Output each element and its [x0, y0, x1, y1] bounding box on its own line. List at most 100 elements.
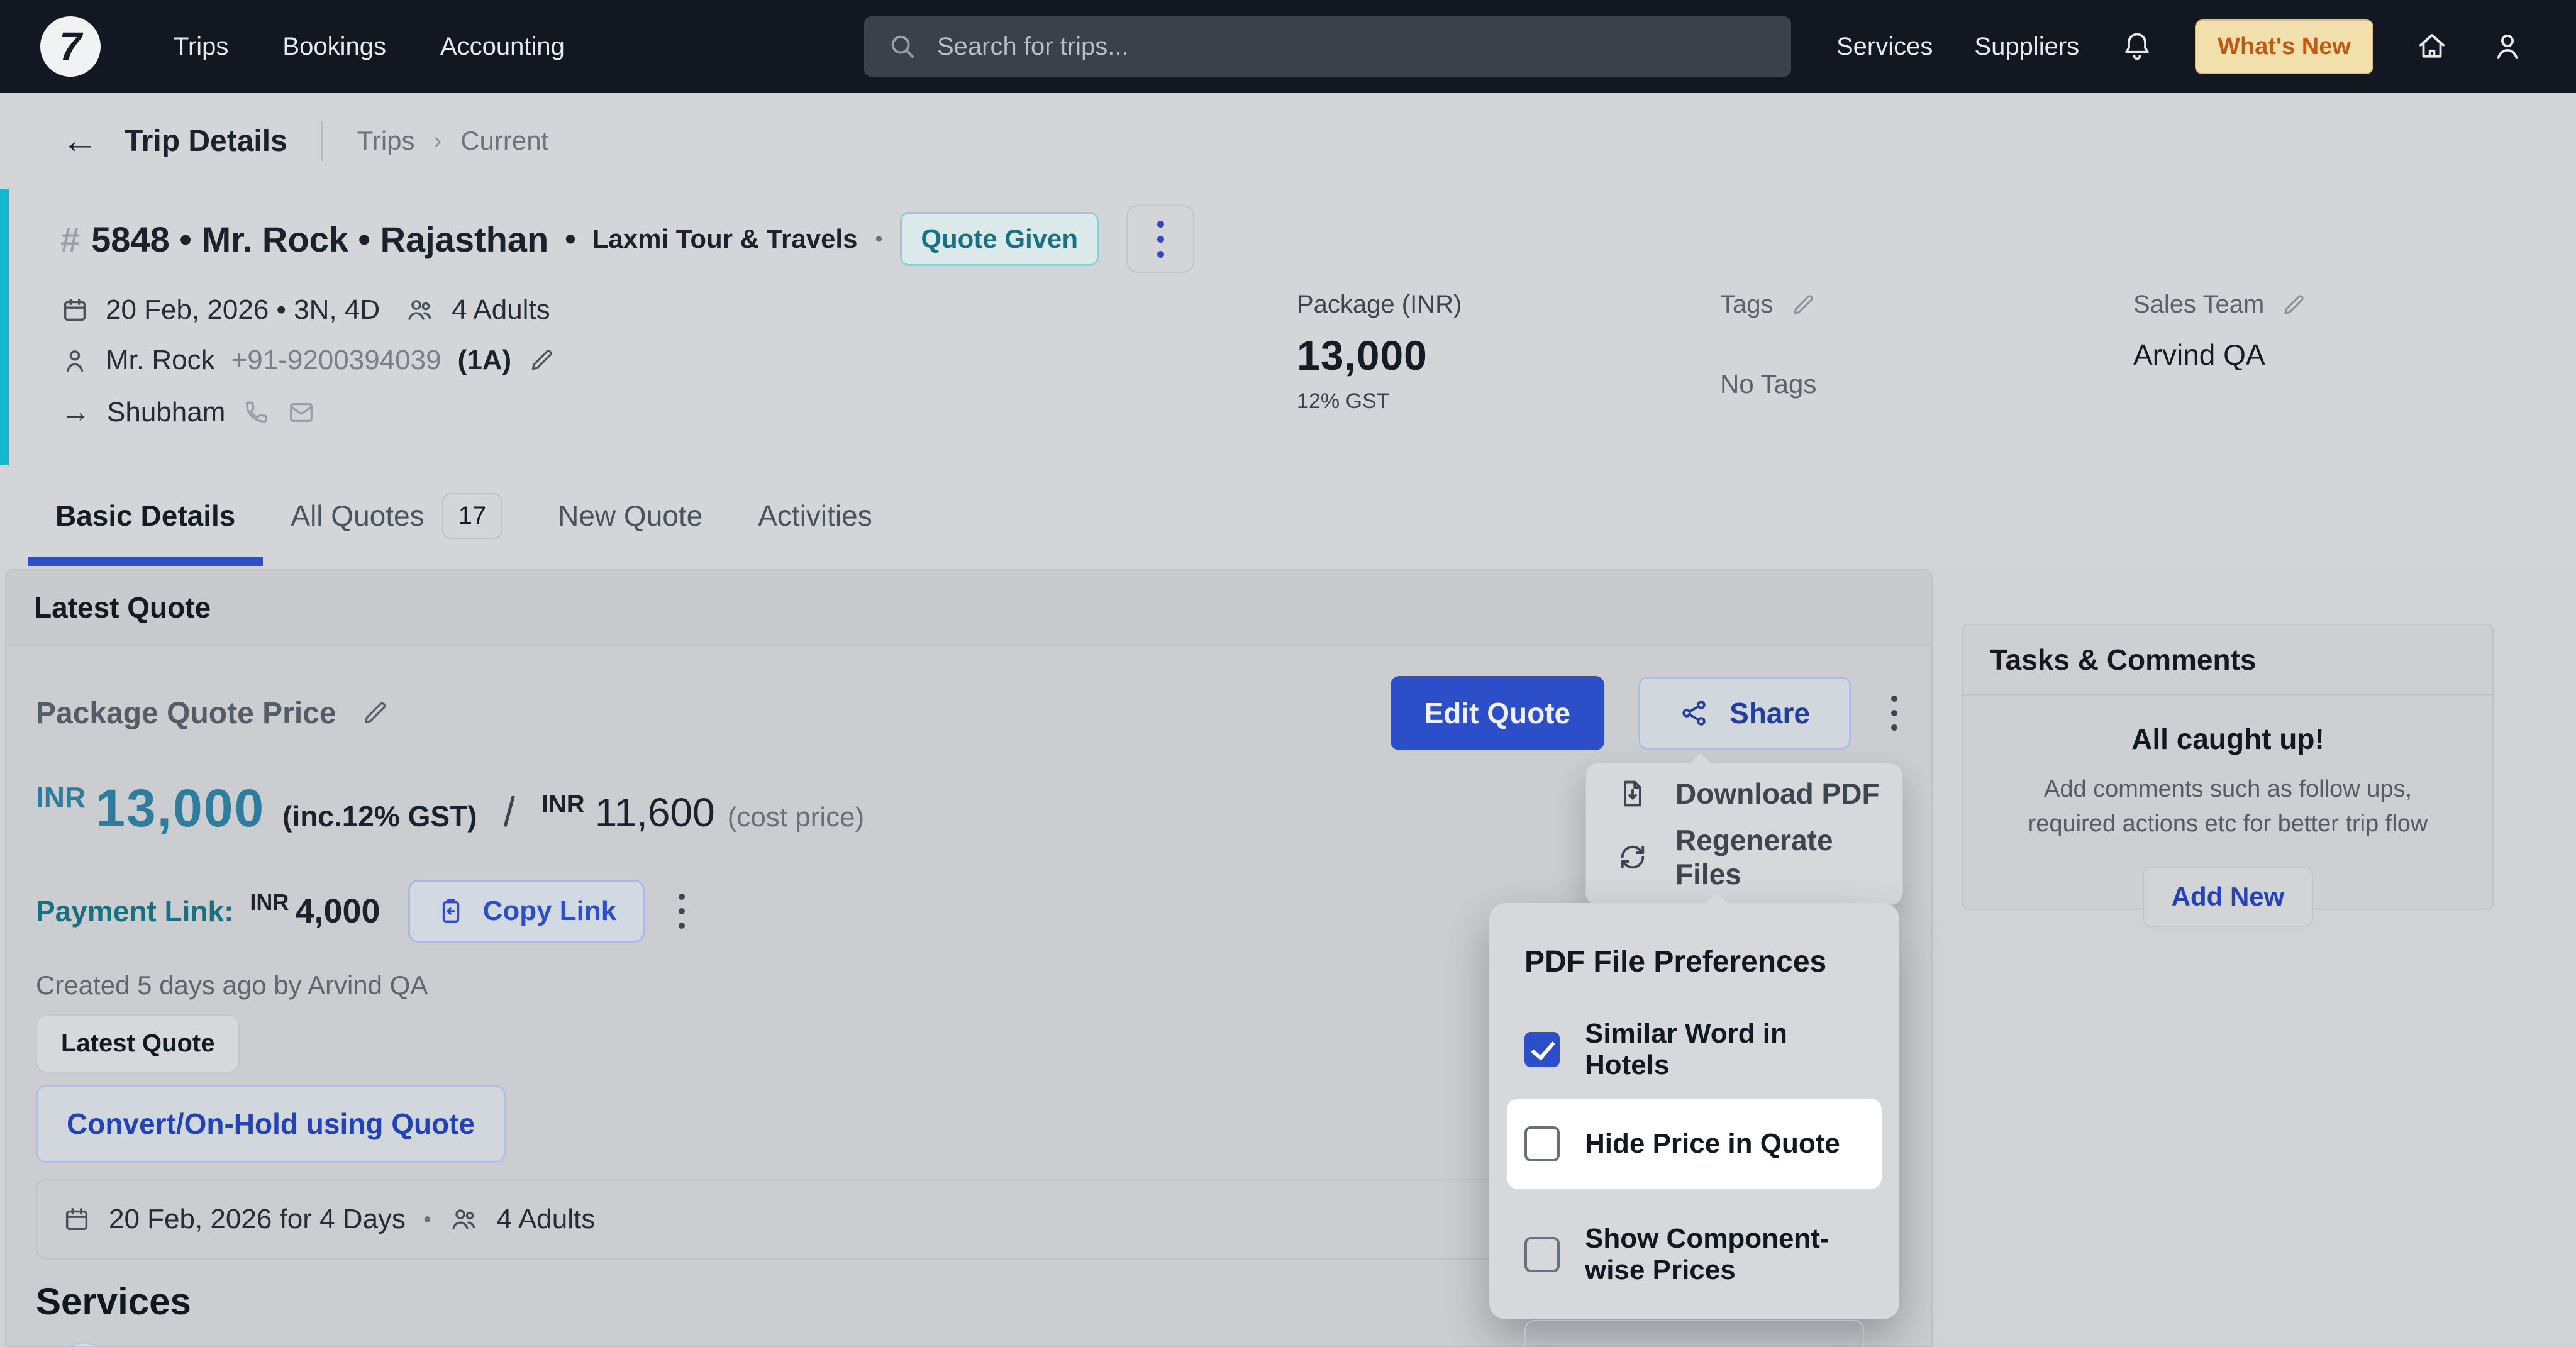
menu-item-download-pdf[interactable]: Download PDF	[1586, 777, 1902, 811]
edit-quote-button[interactable]: Edit Quote	[1391, 676, 1605, 750]
hide-price-label: Hide Price in Quote	[1585, 1128, 1840, 1160]
all-quotes-count-badge: 17	[442, 493, 503, 539]
pdf-preferences-title: PDF File Preferences	[1524, 945, 1864, 979]
status-badge[interactable]: Quote Given	[900, 212, 1099, 266]
tab-new-quote[interactable]: New Quote	[530, 465, 730, 566]
agency-bullet: •	[875, 227, 882, 252]
search-icon	[888, 32, 917, 61]
tags-label: Tags	[1720, 291, 1774, 319]
share-label: Share	[1729, 696, 1810, 730]
hide-price-checkbox[interactable]	[1524, 1126, 1560, 1161]
package-stat: Package (INR) 13,000 12% GST	[1297, 291, 1462, 414]
file-download-icon	[1616, 777, 1649, 810]
trip-dates-row: 20 Feb, 2026 • 3N, 4D 4 Adults	[60, 294, 555, 326]
trip-hash: #	[60, 219, 80, 260]
tasks-panel-title: Tasks & Comments	[1963, 625, 2492, 696]
nav-item-bookings[interactable]: Bookings	[282, 33, 386, 61]
sales-team-stat: Sales Team Arvind QA	[2133, 291, 2307, 372]
trip-handler-row: → Shubham	[60, 395, 555, 430]
contact-phone: +91-9200394039	[231, 345, 441, 376]
pref-component-prices-row[interactable]: Show Component-wise Prices	[1524, 1223, 1864, 1286]
payment-link-label: Payment Link:	[36, 894, 233, 928]
services-heading: Services	[36, 1280, 191, 1323]
chevron-right-icon: ›	[434, 128, 442, 155]
primary-nav: Trips Bookings Accounting	[174, 33, 565, 61]
refresh-icon	[1616, 841, 1649, 873]
quote-price-row: Package Quote Price Edit Quote Share	[36, 676, 1904, 750]
menu-item-regenerate-files[interactable]: Regenerate Files	[1586, 823, 1902, 891]
date-bullet: •	[423, 1206, 431, 1233]
nav-item-trips[interactable]: Trips	[174, 33, 228, 61]
payment-amount: 4,000	[295, 892, 380, 931]
title-bullet: •	[565, 221, 576, 257]
notifications-bell-icon[interactable]	[2121, 30, 2153, 63]
trip-agency: Laxmi Tour & Travels	[592, 224, 858, 254]
trip-pax: 4 Adults	[452, 294, 550, 326]
copy-link-button[interactable]: Copy Link	[408, 880, 645, 943]
sales-team-value: Arvind QA	[2133, 338, 2307, 372]
tab-all-quotes[interactable]: All Quotes 17	[263, 465, 530, 566]
home-icon[interactable]	[2415, 30, 2449, 64]
trip-search[interactable]	[864, 16, 1791, 77]
trip-tabs: Basic Details All Quotes 17 New Quote Ac…	[0, 465, 2576, 567]
tab-activities[interactable]: Activities	[730, 465, 899, 566]
travellers-icon	[405, 295, 435, 325]
payment-link-row: Payment Link: INR 4,000 Copy Link	[36, 880, 691, 943]
component-prices-checkbox[interactable]	[1524, 1237, 1560, 1272]
quote-more-menu-button[interactable]	[1885, 689, 1904, 737]
payment-more-menu-button[interactable]	[672, 887, 691, 935]
email-icon[interactable]	[287, 398, 316, 427]
nav-item-services[interactable]: Services	[1836, 33, 1933, 61]
tab-basic-details[interactable]: Basic Details	[28, 465, 263, 566]
share-dropdown-menu: Download PDF Regenerate Files	[1585, 762, 1903, 906]
accommodation-bed-icon	[36, 1343, 131, 1347]
tags-stat: Tags No Tags	[1720, 291, 1816, 399]
page-header: ← Trip Details Trips › Current	[0, 93, 2576, 189]
convert-onhold-button[interactable]: Convert/On-Hold using Quote	[36, 1085, 506, 1163]
edit-price-pencil-icon[interactable]	[360, 699, 389, 728]
generate-pdf-button[interactable]: Generate PDF	[1524, 1320, 1864, 1347]
package-value: 13,000	[1297, 331, 1462, 379]
call-icon[interactable]	[242, 398, 270, 427]
quote-date-text: 20 Feb, 2026 for 4 Days	[109, 1204, 406, 1235]
breadcrumb: Trips › Current	[357, 126, 549, 156]
pref-hide-price-row[interactable]: Hide Price in Quote	[1507, 1099, 1882, 1189]
copy-link-label: Copy Link	[483, 895, 617, 927]
price-value: 13,000	[96, 778, 265, 839]
accommodation-row: Accommodation	[36, 1343, 398, 1347]
person-icon	[60, 346, 89, 375]
sales-team-label: Sales Team	[2133, 291, 2264, 319]
trip-title: 5848 • Mr. Rock • Rajasthan	[91, 219, 548, 260]
cost-price-value: 11,600	[595, 789, 715, 836]
quote-price-values: INR 13,000 (inc.12% GST) / INR 11,600 (c…	[36, 778, 864, 839]
calendar-icon	[60, 296, 89, 324]
page-title: Trip Details	[125, 124, 287, 158]
similar-word-label: Similar Word in Hotels	[1585, 1018, 1864, 1081]
brand-logo[interactable]: 7	[40, 16, 101, 77]
quote-created-text: Created 5 days ago by Arvind QA	[36, 970, 428, 1001]
similar-word-checkbox[interactable]	[1524, 1032, 1560, 1067]
trip-more-menu-button[interactable]	[1126, 205, 1194, 273]
package-label: Package (INR)	[1297, 291, 1462, 319]
breadcrumb-trips[interactable]: Trips	[357, 126, 415, 156]
trip-dates: 20 Feb, 2026 • 3N, 4D	[106, 294, 380, 326]
search-input[interactable]	[936, 32, 1767, 62]
back-arrow-icon[interactable]: ←	[62, 123, 98, 159]
assigned-arrow-icon: →	[60, 395, 91, 430]
nav-item-suppliers[interactable]: Suppliers	[1974, 33, 2079, 61]
whats-new-button[interactable]: What's New	[2195, 19, 2373, 74]
package-quote-price-label: Package Quote Price	[36, 696, 336, 731]
tasks-headline: All caught up!	[2131, 722, 2324, 756]
share-button[interactable]: Share	[1638, 677, 1851, 750]
breadcrumb-current[interactable]: Current	[460, 126, 548, 156]
add-new-comment-button[interactable]: Add New	[2143, 867, 2314, 927]
pref-similar-word-row[interactable]: Similar Word in Hotels	[1524, 1018, 1864, 1081]
edit-tags-pencil-icon[interactable]	[1790, 292, 1816, 318]
calendar-icon	[62, 1205, 91, 1234]
edit-contact-pencil-icon[interactable]	[528, 346, 555, 374]
package-gst: 12% GST	[1297, 389, 1462, 414]
user-profile-icon[interactable]	[2490, 30, 2524, 64]
header-divider	[321, 121, 323, 161]
nav-item-accounting[interactable]: Accounting	[440, 33, 565, 61]
edit-sales-team-pencil-icon[interactable]	[2280, 292, 2307, 318]
